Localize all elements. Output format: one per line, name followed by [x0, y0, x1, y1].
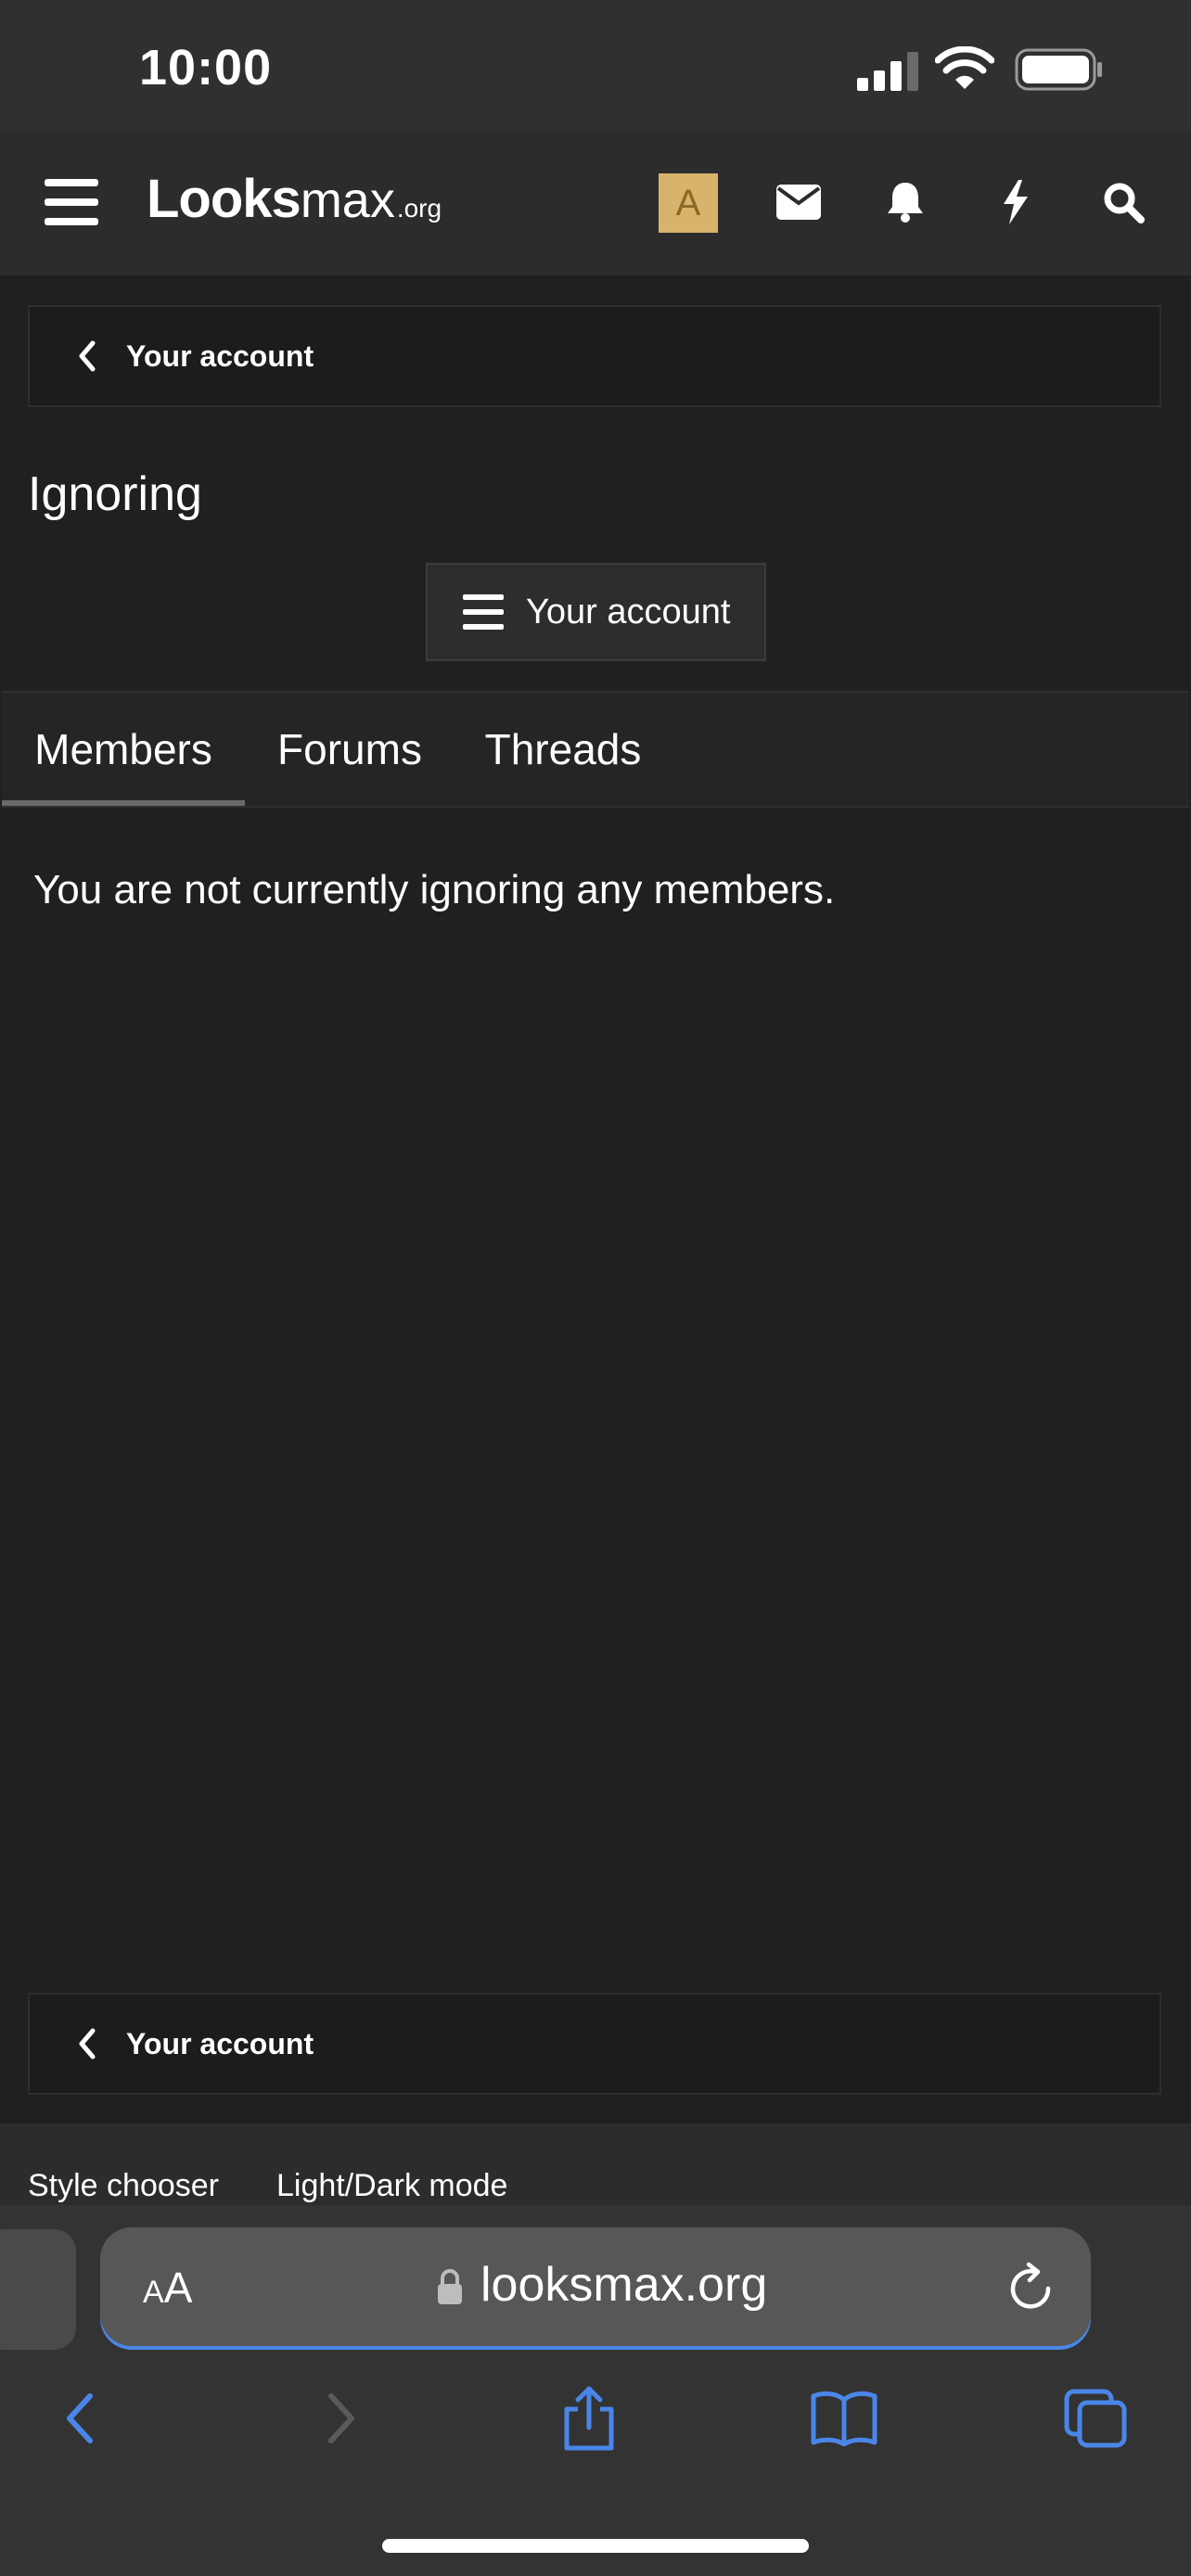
reader-settings-button[interactable]: AA — [143, 2263, 192, 2313]
search-icon[interactable] — [1093, 172, 1154, 233]
lightning-icon[interactable] — [985, 172, 1046, 233]
forward-button[interactable] — [299, 2381, 382, 2455]
empty-state-message: You are not currently ignoring any membe… — [33, 867, 836, 912]
mail-icon[interactable] — [768, 172, 829, 233]
chevron-left-icon — [67, 2393, 93, 2443]
hamburger-menu-icon[interactable] — [41, 172, 102, 233]
address-bar[interactable]: AA looksmax.org — [100, 2227, 1091, 2346]
logo-text: Looks — [147, 169, 301, 229]
tab-members[interactable]: Members — [2, 693, 245, 806]
share-button[interactable] — [547, 2381, 631, 2455]
previous-tab-card[interactable] — [0, 2229, 76, 2350]
tab-bar: Members Forums Threads — [2, 691, 1189, 808]
logo-tld: .org — [396, 194, 442, 223]
site-navbar: Looks max .org A — [0, 131, 1191, 275]
reload-icon[interactable] — [1007, 2261, 1056, 2313]
status-bar: 10:00 — [0, 0, 1191, 131]
site-footer: Style chooser Light/Dark mode — [0, 2123, 1191, 2207]
user-avatar[interactable]: A — [659, 173, 718, 233]
cellular-signal-icon — [857, 52, 918, 91]
account-menu-label: Your account — [526, 592, 731, 631]
breadcrumb[interactable]: Your account — [28, 305, 1161, 407]
tabs-icon — [1064, 2389, 1127, 2448]
wifi-icon — [935, 46, 994, 89]
tabs-button[interactable] — [1054, 2381, 1137, 2455]
share-icon — [564, 2386, 614, 2451]
light-dark-mode-link[interactable]: Light/Dark mode — [276, 2168, 507, 2204]
battery-icon — [1015, 48, 1102, 91]
site-logo[interactable]: Looks max .org — [147, 168, 442, 238]
tab-forums[interactable]: Forums — [245, 693, 455, 806]
home-indicator — [382, 2539, 809, 2553]
aa-small: A — [143, 2275, 164, 2310]
page-title: Ignoring — [28, 467, 202, 521]
status-time: 10:00 — [139, 40, 273, 96]
aa-large: A — [163, 2264, 193, 2312]
chevron-right-icon — [328, 2393, 354, 2443]
menu-icon — [463, 594, 504, 630]
chevron-left-icon — [79, 2028, 96, 2060]
lock-icon — [438, 2269, 462, 2304]
tab-threads[interactable]: Threads — [455, 693, 672, 806]
style-chooser-link[interactable]: Style chooser — [28, 2168, 219, 2204]
account-menu-button[interactable]: Your account — [426, 563, 766, 661]
url-text: looksmax.org — [480, 2258, 768, 2312]
breadcrumb-label: Your account — [126, 338, 314, 373]
logo-text-max: max — [300, 172, 395, 228]
breadcrumb-label: Your account — [126, 2026, 314, 2060]
back-button[interactable] — [39, 2381, 122, 2455]
bookmarks-button[interactable] — [802, 2381, 886, 2455]
bell-icon[interactable] — [875, 172, 936, 233]
browser-toolbar: AA looksmax.org — [0, 2205, 1191, 2576]
chevron-left-icon — [79, 340, 96, 372]
book-icon — [811, 2391, 877, 2446]
breadcrumb-bottom[interactable]: Your account — [28, 1993, 1161, 2095]
